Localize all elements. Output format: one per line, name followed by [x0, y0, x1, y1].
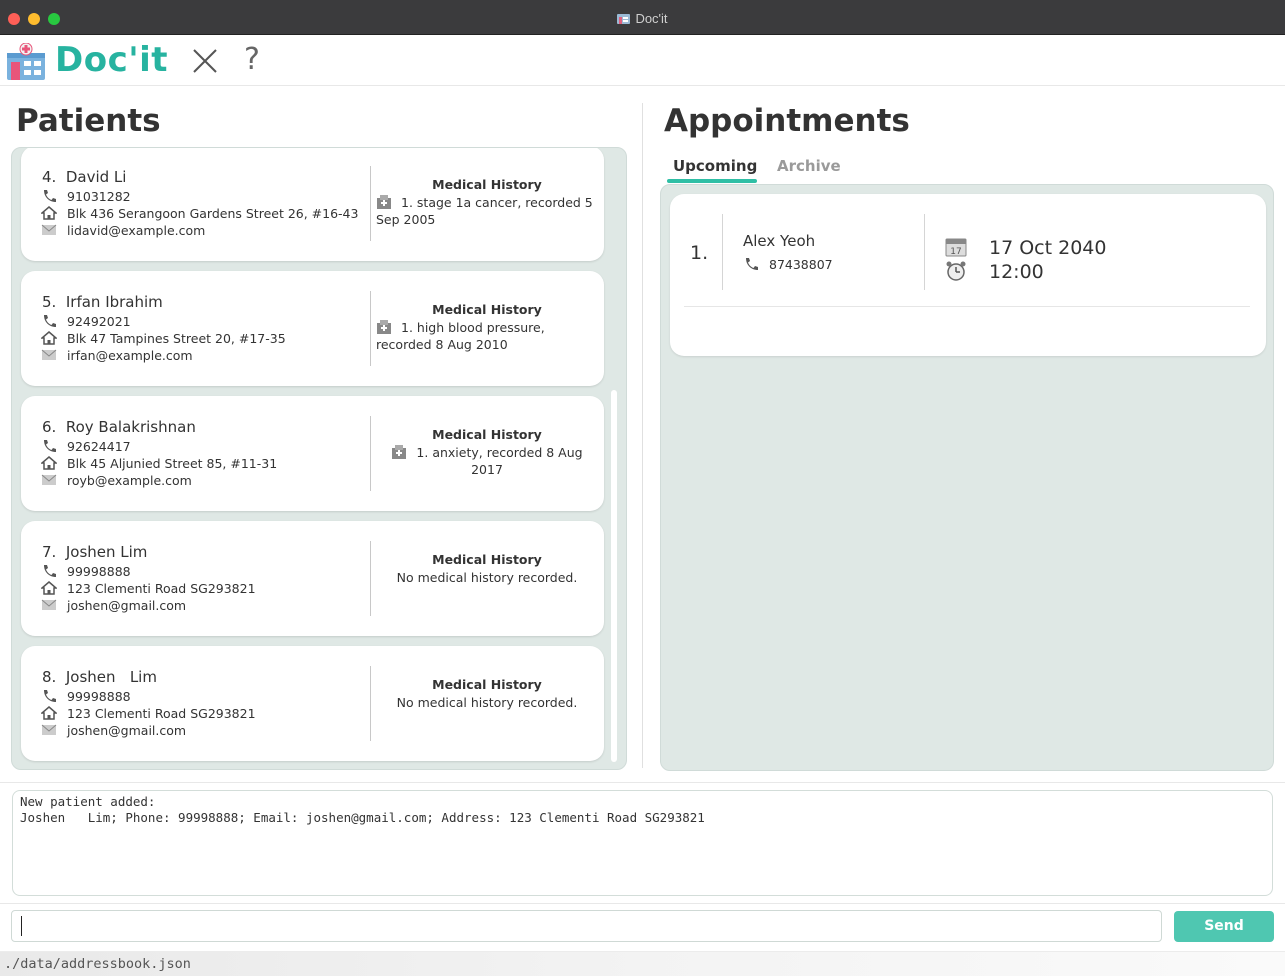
patients-heading: Patients [16, 103, 161, 139]
close-icon[interactable] [192, 48, 218, 74]
appointment-patient-name: Alex Yeoh [743, 232, 816, 250]
patient-name: 8. Joshen Lim [42, 668, 157, 686]
hospital-icon [377, 320, 391, 334]
card-separator [924, 214, 925, 290]
home-icon [41, 206, 57, 220]
card-separator [370, 541, 371, 616]
appointment-index: 1. [690, 242, 709, 264]
active-tab-indicator [667, 179, 757, 183]
panel-divider [642, 103, 643, 768]
phone-icon [746, 258, 758, 270]
patient-phone: 99998888 [41, 689, 131, 704]
email-icon [41, 224, 57, 235]
status-bar: ./data/addressbook.json [0, 951, 1285, 976]
card-separator [370, 166, 371, 241]
card-separator [722, 214, 723, 290]
patient-email: irfan@example.com [41, 348, 193, 363]
patient-card[interactable]: 4. David Li 91031282 Blk 436 Serangoon G… [21, 148, 604, 261]
patient-name: 7. Joshen Lim [42, 543, 148, 561]
tab-upcoming[interactable]: Upcoming [673, 157, 757, 175]
app-logo-text: Doc'it [55, 40, 169, 80]
medical-history-label: Medical History [432, 177, 542, 192]
home-icon [41, 456, 57, 470]
hospital-icon [377, 195, 391, 209]
tab-archive[interactable]: Archive [777, 157, 841, 175]
command-input[interactable] [11, 910, 1162, 942]
result-display: New patient added: Joshen Lim; Phone: 99… [12, 790, 1273, 896]
appointment-phone: 87438807 [743, 257, 833, 272]
patient-card[interactable]: 6. Roy Balakrishnan 92624417 Blk 45 Alju… [21, 396, 604, 511]
result-separator [0, 782, 1285, 783]
medical-history-label: Medical History [432, 677, 542, 692]
medical-history-label: Medical History [432, 427, 542, 442]
text-cursor [21, 916, 22, 936]
patient-address: Blk 436 Serangoon Gardens Street 26, #16… [41, 206, 358, 221]
card-separator [370, 291, 371, 366]
email-icon [41, 474, 57, 485]
phone-icon [44, 565, 56, 577]
calendar-icon: 17 [945, 238, 967, 257]
home-icon [41, 706, 57, 720]
alarm-clock-icon [946, 261, 966, 281]
patient-name: 5. Irfan Ibrahim [42, 293, 163, 311]
medical-history-label: Medical History [432, 302, 542, 317]
app-header: Doc'it ? [0, 36, 1285, 86]
phone-icon [44, 440, 56, 452]
logo-icon [7, 43, 45, 80]
svg-text:17: 17 [950, 247, 961, 257]
home-icon [41, 331, 57, 345]
patient-name: 6. Roy Balakrishnan [42, 418, 196, 436]
patient-phone: 91031282 [41, 189, 131, 204]
phone-icon [44, 315, 56, 327]
card-separator [370, 416, 371, 491]
card-divider [684, 306, 1250, 307]
patient-address: Blk 45 Aljunied Street 85, #11-31 [41, 456, 277, 471]
appointment-date: 17 17 Oct 2040 [945, 237, 1106, 259]
data-file-path: ./data/addressbook.json [4, 956, 191, 972]
patient-phone: 92492021 [41, 314, 131, 329]
appointment-time: 12:00 [945, 261, 1044, 283]
medical-history-label: Medical History [432, 552, 542, 567]
email-icon [41, 599, 57, 610]
command-separator [0, 903, 1285, 904]
app-icon [617, 14, 631, 24]
hospital-icon [392, 445, 407, 459]
email-icon [41, 724, 57, 735]
patient-list-scrollbar[interactable] [611, 390, 617, 762]
patient-address: 123 Clementi Road SG293821 [41, 706, 256, 721]
card-separator [370, 666, 371, 741]
send-button[interactable]: Send [1174, 911, 1274, 942]
patient-phone: 92624417 [41, 439, 131, 454]
appointment-card[interactable]: 1. Alex Yeoh 87438807 17 17 Oct 2040 12:0… [670, 194, 1266, 356]
patient-phone: 99998888 [41, 564, 131, 579]
patient-email: royb@example.com [41, 473, 192, 488]
patient-name: 4. David Li [42, 168, 127, 186]
window-titlebar: Doc'it [0, 0, 1285, 35]
phone-icon [44, 190, 56, 202]
phone-icon [44, 690, 56, 702]
patient-card[interactable]: 5. Irfan Ibrahim 92492021 Blk 47 Tampine… [21, 271, 604, 386]
patient-list[interactable]: 4. David Li 91031282 Blk 436 Serangoon G… [11, 147, 627, 770]
patient-email: lidavid@example.com [41, 223, 205, 238]
appointment-list[interactable]: 1. Alex Yeoh 87438807 17 17 Oct 2040 12:0… [660, 184, 1274, 771]
patient-email: joshen@gmail.com [41, 598, 186, 613]
patient-address: Blk 47 Tampines Street 20, #17-35 [41, 331, 286, 346]
email-icon [41, 349, 57, 360]
home-icon [41, 581, 57, 595]
window-title: Doc'it [0, 11, 1285, 26]
patient-email: joshen@gmail.com [41, 723, 186, 738]
patient-card[interactable]: 7. Joshen Lim 99998888 123 Clementi Road… [21, 521, 604, 636]
help-button[interactable]: ? [244, 42, 260, 77]
patient-address: 123 Clementi Road SG293821 [41, 581, 256, 596]
window-title-text: Doc'it [635, 11, 668, 26]
medical-history-empty: No medical history recorded. [396, 695, 578, 710]
appointments-heading: Appointments [664, 103, 910, 139]
patient-card[interactable]: 8. Joshen Lim 99998888 123 Clementi Road… [21, 646, 604, 761]
medical-history-entry: 1. high blood pressure, recorded 8 Aug 2… [376, 320, 545, 352]
medical-history-empty: No medical history recorded. [396, 570, 578, 585]
medical-history-entry: 1. anxiety, recorded 8 Aug 2017 [376, 444, 598, 478]
medical-history-entry: 1. stage 1a cancer, recorded 5 Sep 2005 [376, 195, 593, 227]
